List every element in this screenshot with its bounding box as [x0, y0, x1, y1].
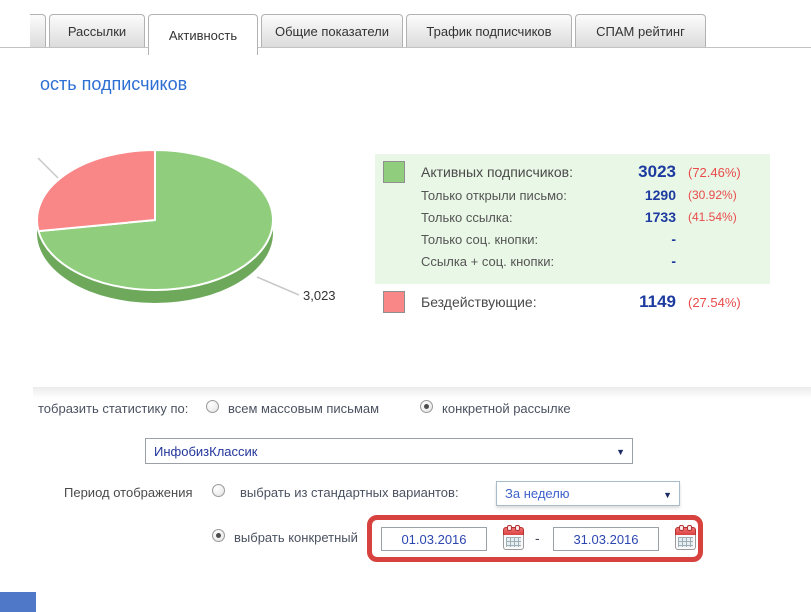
- radio-all-mass-letters[interactable]: [206, 400, 219, 413]
- tab-trafik-podpischikov[interactable]: Трафик подписчиков: [406, 14, 572, 47]
- legend-sub-row: Только открыли письмо: 1290 (30.92%): [421, 184, 760, 206]
- calendar-icon-header: [503, 525, 524, 535]
- tab-rassylki[interactable]: Рассылки: [49, 14, 145, 47]
- legend-sub-row: Ссылка + соц. кнопки: -: [421, 250, 760, 272]
- calendar-icon-body: [675, 535, 696, 550]
- legend-active-row: Активных подписчиков: 3023 (72.46%): [383, 160, 760, 184]
- legend-sub-label: Только соц. кнопки:: [421, 231, 539, 247]
- period-label: Период отображения: [64, 485, 193, 500]
- chevron-down-icon: ▼: [663, 490, 672, 500]
- radio-custom-period[interactable]: [212, 529, 225, 542]
- legend-sub-percent: (30.92%): [688, 188, 737, 202]
- campaign-select-value: ИнфобизКлассик: [154, 443, 258, 459]
- legend-sub-percent: (41.54%): [688, 210, 737, 224]
- legend-inactive-value: 1149: [639, 292, 676, 311]
- legend-sub-label: Только ссылка:: [421, 209, 513, 225]
- pie-svg: 3,023: [36, 149, 336, 303]
- stats-by-label: тобразить статистику по:: [38, 401, 189, 416]
- legend-sub-row: Только соц. кнопки: -: [421, 228, 760, 250]
- legend-active-panel: Активных подписчиков: 3023 (72.46%) Толь…: [375, 154, 770, 284]
- tab-obshie-pokazateli[interactable]: Общие показатели: [261, 14, 403, 47]
- tabbar-divider: [0, 47, 811, 48]
- legend-sub-value: 1290: [644, 187, 676, 203]
- calendar-icon[interactable]: [675, 525, 696, 550]
- legend-green-swatch: [383, 161, 405, 183]
- radio-custom-period-label[interactable]: выбрать конкретный: [234, 530, 358, 545]
- legend-sub-value: -: [671, 231, 676, 247]
- radio-specific-campaign[interactable]: [420, 400, 433, 413]
- period-select-value: За неделю: [505, 486, 570, 501]
- date-range-separator: -: [535, 530, 540, 546]
- page-title: ость подписчиков: [40, 74, 188, 94]
- tab-cutoff[interactable]: [30, 14, 46, 47]
- radio-standard-period-label[interactable]: выбрать из стандартных вариантов:: [240, 485, 459, 500]
- radio-all-mass-letters-label[interactable]: всем массовым письмам: [228, 401, 379, 416]
- date-to-input[interactable]: [553, 527, 659, 551]
- form-section-divider: [33, 387, 811, 398]
- radio-specific-campaign-label[interactable]: конкретной рассылке: [442, 401, 571, 416]
- period-select[interactable]: За неделю ▼: [496, 481, 680, 506]
- tab-spam-rating[interactable]: СПАМ рейтинг: [575, 14, 706, 47]
- legend-sub-row: Только ссылка: 1733 (41.54%): [421, 206, 760, 228]
- pie-leader-line: [256, 276, 300, 296]
- legend-sub-label: Ссылка + соц. кнопки:: [421, 253, 555, 269]
- radio-standard-period[interactable]: [212, 484, 225, 497]
- legend-sub-value: 1733: [644, 209, 676, 225]
- campaign-select[interactable]: ИнфобизКлассик ▼: [145, 438, 633, 464]
- legend-active-label: Активных подписчиков:: [421, 164, 573, 180]
- pie-leader-line-cut: [37, 157, 59, 179]
- pie-slice-inactive: [36, 149, 156, 233]
- date-from-input[interactable]: [381, 527, 487, 551]
- legend-active-value: 3023: [638, 162, 676, 181]
- tab-aktivnost[interactable]: Активность: [148, 14, 258, 55]
- legend-inactive-panel: Бездействующие: 1149 (27.54%): [375, 290, 770, 314]
- footer-fragment: [0, 592, 36, 612]
- legend-red-swatch: [383, 291, 405, 313]
- calendar-icon-header: [675, 525, 696, 535]
- legend-sub-value: -: [671, 253, 676, 269]
- legend-inactive-label: Бездействующие:: [421, 294, 537, 310]
- activity-pie-chart: 3,023: [18, 136, 368, 316]
- legend-sub-label: Только открыли письмо:: [421, 187, 567, 203]
- legend-inactive-row: Бездействующие: 1149 (27.54%): [383, 290, 760, 314]
- calendar-icon-body: [503, 535, 524, 550]
- legend-active-percent: (72.46%): [688, 164, 741, 180]
- chevron-down-icon: ▼: [616, 447, 625, 457]
- calendar-icon[interactable]: [503, 525, 524, 550]
- legend-inactive-percent: (27.54%): [688, 294, 741, 310]
- tab-bar: Рассылки Активность Общие показатели Тра…: [0, 14, 811, 55]
- pie-point-label: 3,023: [303, 288, 336, 303]
